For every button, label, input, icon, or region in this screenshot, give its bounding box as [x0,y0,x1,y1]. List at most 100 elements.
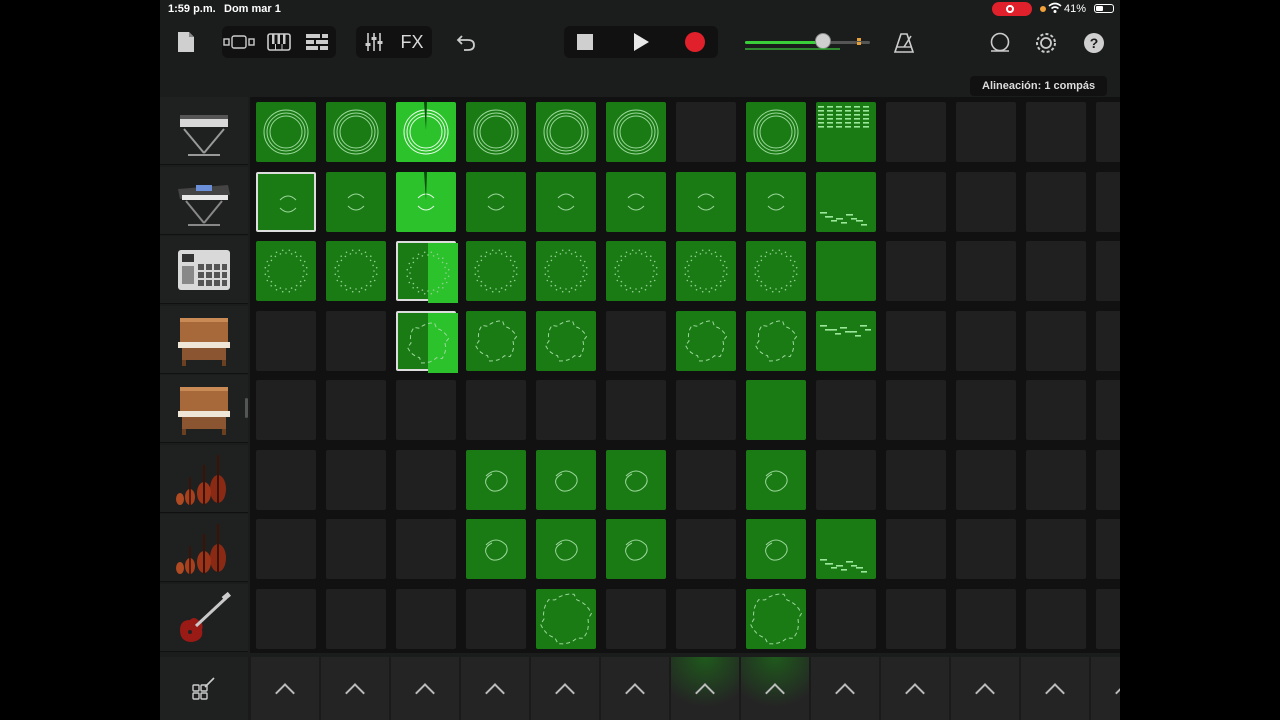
empty-cell[interactable] [816,449,876,510]
loop-cell[interactable] [676,171,736,232]
loop-cell[interactable] [676,310,736,371]
alignment-label[interactable]: Alineación: 1 compás [970,76,1108,96]
empty-cell[interactable] [396,380,456,440]
column-trigger-8[interactable] [741,657,809,720]
loop-cell[interactable] [746,102,806,162]
empty-cell[interactable] [956,380,1016,440]
empty-cell[interactable] [676,449,736,510]
empty-cell[interactable] [676,519,736,579]
column-trigger-13[interactable] [1091,657,1120,720]
help-icon[interactable]: ? [1080,30,1108,56]
loop-cell[interactable] [536,310,596,371]
empty-cell[interactable] [606,380,666,440]
empty-cell[interactable] [676,588,736,649]
empty-cell[interactable] [256,588,316,649]
track-header-3[interactable] [160,236,248,304]
empty-cell[interactable] [326,380,386,440]
loop-cell[interactable] [746,519,806,579]
loop-cell[interactable] [746,588,806,649]
empty-cell[interactable] [886,380,946,440]
loop-cell[interactable] [256,102,316,162]
empty-cell[interactable] [886,449,946,510]
loop-cell[interactable] [816,519,876,579]
empty-cell[interactable] [956,519,1016,579]
loop-cell[interactable] [256,241,316,301]
empty-cell[interactable] [1096,241,1120,301]
column-trigger-3[interactable] [391,657,459,720]
column-trigger-4[interactable] [461,657,529,720]
loop-browser-icon[interactable] [986,30,1014,56]
loop-cell[interactable] [536,449,596,510]
column-trigger-9[interactable] [811,657,879,720]
track-header-5[interactable] [160,375,248,443]
volume-knob[interactable] [814,33,831,49]
empty-cell[interactable] [816,588,876,649]
empty-cell[interactable] [396,449,456,510]
empty-cell[interactable] [886,102,946,162]
screen-recording-icon[interactable] [992,2,1032,16]
empty-cell[interactable] [956,241,1016,301]
empty-cell[interactable] [256,519,316,579]
loop-cell[interactable] [816,171,876,232]
empty-cell[interactable] [606,310,666,371]
column-trigger-12[interactable] [1021,657,1089,720]
empty-cell[interactable] [1026,380,1086,440]
live-loops-view-icon[interactable] [222,30,258,54]
loop-cell[interactable] [606,519,666,579]
column-trigger-6[interactable] [601,657,669,720]
loop-cell[interactable] [606,102,666,162]
empty-cell[interactable] [816,380,876,440]
empty-cell[interactable] [396,519,456,579]
empty-cell[interactable] [536,380,596,440]
empty-cell[interactable] [466,380,526,440]
loop-cell[interactable] [746,310,806,371]
loop-cell[interactable] [536,588,596,649]
loop-cell[interactable] [466,519,526,579]
empty-cell[interactable] [1026,102,1086,162]
loop-cell[interactable] [746,449,806,510]
track-header-8[interactable] [160,583,248,652]
empty-cell[interactable] [676,102,736,162]
track-header-4[interactable] [160,305,248,374]
empty-cell[interactable] [1026,588,1086,649]
empty-cell[interactable] [326,588,386,649]
loop-cell[interactable] [536,519,596,579]
column-trigger-10[interactable] [881,657,949,720]
empty-cell[interactable] [256,449,316,510]
empty-cell[interactable] [956,171,1016,232]
my-songs-icon[interactable] [176,30,196,54]
loop-cell[interactable] [816,102,876,162]
fx-button[interactable]: FX [396,30,428,54]
loop-cell[interactable] [396,102,456,162]
column-trigger-11[interactable] [951,657,1019,720]
empty-cell[interactable] [1096,102,1120,162]
empty-cell[interactable] [956,588,1016,649]
empty-cell[interactable] [1096,171,1120,232]
loop-cell[interactable] [396,310,458,373]
empty-cell[interactable] [1096,310,1120,371]
keyboard-view-icon[interactable] [262,30,296,54]
loop-cell[interactable] [746,380,806,440]
track-header-2[interactable] [160,166,248,235]
record-icon[interactable] [680,30,710,54]
empty-cell[interactable] [956,449,1016,510]
loop-cell[interactable] [536,241,596,301]
loop-cell[interactable] [746,241,806,301]
loop-cell[interactable] [466,102,526,162]
loop-cell[interactable] [536,102,596,162]
track-header-6[interactable] [160,444,248,513]
empty-cell[interactable] [1096,519,1120,579]
loop-cell[interactable] [746,171,806,232]
empty-cell[interactable] [956,310,1016,371]
loop-cell[interactable] [676,241,736,301]
column-trigger-5[interactable] [531,657,599,720]
empty-cell[interactable] [256,380,316,440]
empty-cell[interactable] [606,588,666,649]
edit-cells-button[interactable] [160,657,248,720]
empty-cell[interactable] [1096,380,1120,440]
empty-cell[interactable] [256,310,316,371]
empty-cell[interactable] [1026,519,1086,579]
loop-cell[interactable] [466,310,526,371]
play-icon[interactable] [626,30,656,54]
empty-cell[interactable] [1026,171,1086,232]
